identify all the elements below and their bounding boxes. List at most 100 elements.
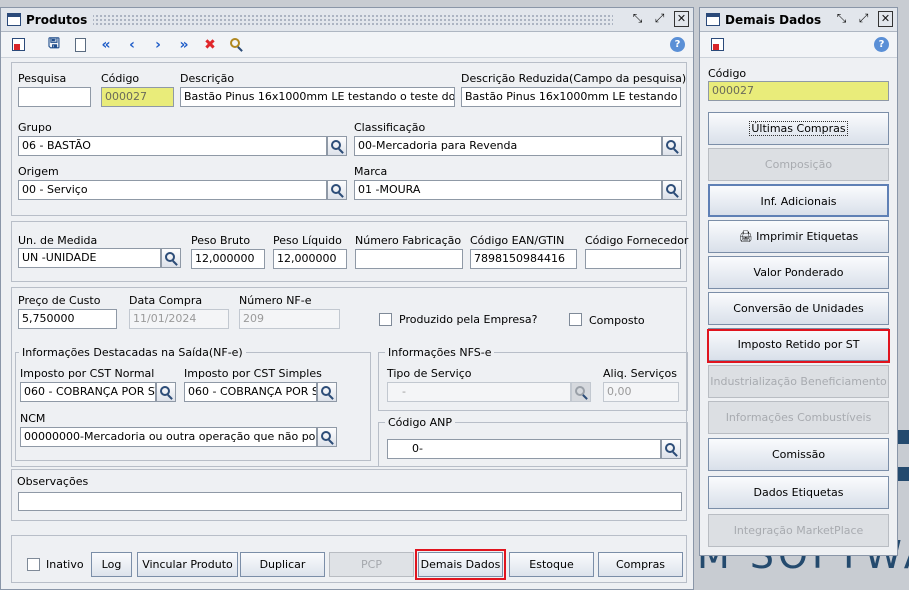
background-decoration (897, 430, 909, 444)
integracao-marketplace-button: Integração MarketPlace (708, 514, 889, 547)
search-icon (574, 385, 585, 396)
demais-codigo-label: Código (708, 67, 747, 80)
produtos-titlebar[interactable]: Produtos ⤡ ⤢ ✕ (1, 8, 693, 32)
cst-normal-input[interactable]: 060 - COBRANÇA POR ST (20, 382, 156, 402)
close-icon[interactable]: ✕ (674, 11, 689, 27)
ean-input[interactable]: 7898150984416 (470, 249, 577, 269)
ncm-input[interactable]: 00000000-Mercadoria ou outra operação qu… (20, 427, 317, 447)
help-icon[interactable]: ? (670, 37, 685, 52)
conversao-unidades-button[interactable]: Conversão de Unidades (708, 292, 889, 325)
descricao-input[interactable]: Bastão Pinus 16x1000mm LE testando o tes… (180, 87, 455, 107)
new-document-icon[interactable] (69, 35, 91, 55)
origem-lookup-button[interactable] (327, 180, 347, 200)
search-icon[interactable] (225, 35, 247, 55)
demais-dados-titlebar[interactable]: Demais Dados ⤡ ⤢ ✕ (700, 8, 897, 32)
close-icon[interactable]: ✕ (878, 11, 893, 27)
compras-button[interactable]: Compras (598, 552, 683, 577)
next-record-icon[interactable]: › (147, 35, 169, 55)
window-title: Produtos (26, 12, 94, 27)
titlebar-grip (91, 14, 613, 26)
cst-simples-label: Imposto por CST Simples (184, 367, 322, 380)
delete-icon[interactable]: ✖ (199, 35, 221, 55)
cst-normal-lookup-button[interactable] (156, 382, 176, 402)
produtos-toolbar: 🖫 « ‹ › » ✖ ? (1, 32, 693, 58)
window-icon (7, 13, 21, 26)
preco-custo-input[interactable]: 5,750000 (18, 309, 117, 329)
info-nfse-title: Informações NFS-e (385, 346, 495, 359)
tipo-servico-label: Tipo de Serviço (387, 367, 472, 380)
origem-input[interactable]: 00 - Serviço (18, 180, 327, 200)
actions-panel: Inativo Log Vincular Produto Duplicar PC… (11, 535, 687, 583)
produtos-window: Produtos ⤡ ⤢ ✕ 🖫 « ‹ › » ✖ ? Pesquisa Có… (0, 7, 694, 590)
origem-label: Origem (18, 165, 59, 178)
descricao-reduzida-input[interactable]: Bastão Pinus 16x1000mm LE testando teste (461, 87, 681, 107)
anp-input[interactable]: 0- (387, 439, 661, 459)
anp-lookup-button[interactable] (661, 439, 681, 459)
vincular-produto-button[interactable]: Vincular Produto (137, 552, 238, 577)
observacoes-input[interactable] (18, 492, 682, 511)
search-icon (159, 385, 170, 396)
last-record-icon[interactable]: » (173, 35, 195, 55)
minimize-icon[interactable]: ⤡ (630, 11, 645, 27)
comissao-button[interactable]: Comissão (708, 438, 889, 471)
ultimas-compras-label: Últimas Compras (749, 121, 848, 136)
previous-record-icon[interactable]: ‹ (121, 35, 143, 55)
maximize-icon[interactable]: ⤢ (856, 11, 871, 27)
demais-dados-highlight (415, 549, 506, 580)
log-button[interactable]: Log (91, 552, 132, 577)
search-icon (665, 139, 676, 150)
numero-fabricacao-input[interactable] (355, 249, 463, 269)
first-record-icon[interactable]: « (95, 35, 117, 55)
marca-lookup-button[interactable] (662, 180, 682, 200)
ncm-label: NCM (20, 412, 46, 425)
composto-label: Composto (589, 314, 645, 327)
classificacao-label: Classificação (354, 121, 426, 134)
fornecedor-input[interactable] (585, 249, 681, 269)
measures-panel: Un. de Medida UN -UNIDADE Peso Bruto 12,… (11, 221, 688, 282)
duplicar-button[interactable]: Duplicar (240, 552, 325, 577)
peso-liquido-label: Peso Líquido (273, 234, 342, 247)
help-icon[interactable]: ? (874, 37, 889, 52)
produzido-checkbox[interactable] (379, 313, 392, 326)
info-combustiveis-button: Informações Combustíveis (708, 401, 889, 434)
cst-simples-lookup-button[interactable] (317, 382, 337, 402)
ean-label: Código EAN/GTIN (470, 234, 565, 247)
maximize-icon[interactable]: ⤢ (652, 11, 667, 27)
pesquisa-input[interactable] (18, 87, 91, 107)
search-icon (320, 430, 331, 441)
grupo-lookup-button[interactable] (327, 136, 347, 156)
imprimir-etiquetas-button[interactable]: 🖨 Imprimir Etiquetas (708, 220, 889, 253)
peso-liquido-input[interactable]: 12,000000 (273, 249, 347, 269)
tipo-servico-field: - (387, 382, 571, 402)
descricao-label: Descrição (180, 72, 235, 85)
grupo-input[interactable]: 06 - BASTÃO (18, 136, 327, 156)
ncm-lookup-button[interactable] (317, 427, 337, 447)
estoque-button[interactable]: Estoque (509, 552, 594, 577)
un-medida-input[interactable]: UN -UNIDADE (18, 248, 161, 268)
ultimas-compras-button[interactable]: Últimas Compras (708, 112, 889, 145)
demais-codigo-field: 000027 (708, 81, 889, 101)
classificacao-input[interactable]: 00-Mercadoria para Revenda (354, 136, 662, 156)
nf-field: 209 (239, 309, 340, 329)
save-icon[interactable]: 🖫 (43, 35, 65, 55)
minimize-icon[interactable]: ⤡ (834, 11, 849, 27)
background-decoration (897, 467, 909, 481)
dados-etiquetas-button[interactable]: Dados Etiquetas (708, 476, 889, 509)
search-icon (320, 385, 331, 396)
imprimir-etiquetas-label: Imprimir Etiquetas (756, 230, 859, 243)
un-medida-lookup-button[interactable] (161, 248, 181, 268)
search-icon (164, 251, 175, 262)
composto-checkbox[interactable] (569, 313, 582, 326)
valor-ponderado-button[interactable]: Valor Ponderado (708, 256, 889, 289)
imposto-retido-highlight (707, 329, 890, 363)
produzido-label: Produzido pela Empresa? (399, 313, 538, 326)
inf-adicionais-button[interactable]: Inf. Adicionais (708, 184, 889, 217)
marca-input[interactable]: 01 -MOURA (354, 180, 662, 200)
inativo-checkbox[interactable] (27, 558, 40, 571)
classificacao-lookup-button[interactable] (662, 136, 682, 156)
exit-icon[interactable] (7, 35, 29, 55)
search-icon (330, 183, 341, 194)
cst-simples-input[interactable]: 060 - COBRANÇA POR ST (184, 382, 317, 402)
exit-icon[interactable] (706, 35, 728, 55)
peso-bruto-input[interactable]: 12,000000 (191, 249, 265, 269)
